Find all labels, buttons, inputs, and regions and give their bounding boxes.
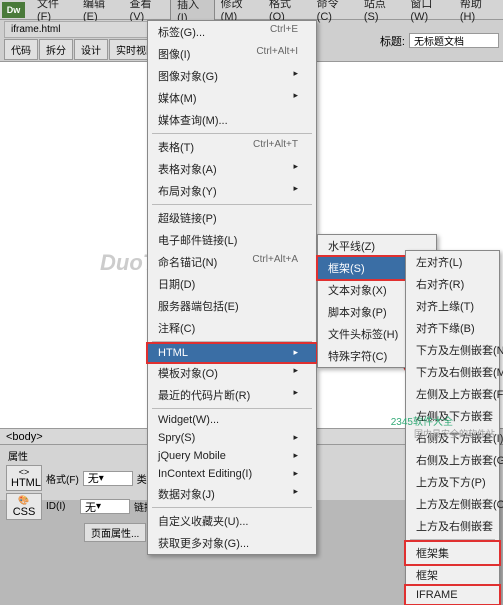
menuitem-IFRAME[interactable]: IFRAME bbox=[406, 586, 499, 604]
menuitem-O[interactable]: 上方及左侧嵌套(O) bbox=[406, 493, 499, 515]
credit-text: 国内最安全的软件站 bbox=[414, 427, 495, 440]
file-tab[interactable]: iframe.html bbox=[4, 21, 163, 38]
menuitem-M[interactable]: 媒体查询(M)... bbox=[148, 109, 316, 131]
menuitem-L[interactable]: 左对齐(L) bbox=[406, 251, 499, 273]
menuitem-T[interactable]: 对齐上缘(T) bbox=[406, 295, 499, 317]
menuitem-R[interactable]: 最近的代码片断(R)▸ bbox=[148, 384, 316, 406]
menuitem-P[interactable]: 上方及下方(P) bbox=[406, 471, 499, 493]
credit-logo: 2345软件大全 bbox=[391, 413, 453, 428]
menuitem-U[interactable]: 自定义收藏夹(U)... bbox=[148, 510, 316, 532]
menuitem-InContextEditingI[interactable]: InContext Editing(I)▸ bbox=[148, 465, 316, 483]
menu-7[interactable]: 站点(S) bbox=[358, 0, 405, 27]
menu-8[interactable]: 窗口(W) bbox=[404, 0, 453, 27]
menuitem-G[interactable]: 获取更多对象(G)... bbox=[148, 532, 316, 554]
menuitem-O[interactable]: 模板对象(O)▸ bbox=[148, 362, 316, 384]
menuitem-P[interactable]: 超级链接(P) bbox=[148, 207, 316, 229]
menuitem-G[interactable]: 右侧及上方嵌套(G) bbox=[406, 449, 499, 471]
menuitem-J[interactable]: 数据对象(J)▸ bbox=[148, 483, 316, 505]
mode-设计[interactable]: 设计 bbox=[74, 39, 108, 60]
menuitem-N[interactable]: 命名锚记(N)Ctrl+Alt+A bbox=[148, 251, 316, 273]
menuitem-WidgetW[interactable]: Widget(W)... bbox=[148, 411, 316, 429]
menuitem-I[interactable]: 图像(I)Ctrl+Alt+I bbox=[148, 43, 316, 65]
menuitem-Y[interactable]: 布局对象(Y)▸ bbox=[148, 180, 316, 202]
menuitem-[interactable]: 框架集 bbox=[406, 542, 499, 564]
menuitem-C[interactable]: 注释(C) bbox=[148, 317, 316, 339]
menuitem-HTML[interactable]: HTML▸ bbox=[148, 344, 316, 362]
mode-拆分[interactable]: 拆分 bbox=[39, 39, 73, 60]
menuitem-T[interactable]: 表格(T)Ctrl+Alt+T bbox=[148, 136, 316, 158]
app-logo: Dw bbox=[2, 2, 25, 18]
menuitem-M[interactable]: 媒体(M)▸ bbox=[148, 87, 316, 109]
menubar: Dw 文件(F)编辑(E)查看(V)插入(I)修改(M)格式(O)命令(C)站点… bbox=[0, 0, 503, 20]
title-label: 标题: bbox=[380, 33, 405, 49]
menuitem-L[interactable]: 电子邮件链接(L) bbox=[148, 229, 316, 251]
id-select[interactable]: 无 ▾ bbox=[80, 499, 130, 514]
page-properties-button[interactable]: 页面属性... bbox=[84, 523, 146, 542]
menuitem-F[interactable]: 左侧及上方嵌套(F) bbox=[406, 383, 499, 405]
menuitem-E[interactable]: 服务器端包括(E) bbox=[148, 295, 316, 317]
menuitem-M[interactable]: 下方及右侧嵌套(M) bbox=[406, 361, 499, 383]
menuitem-jQueryMobile[interactable]: jQuery Mobile▸ bbox=[148, 447, 316, 465]
menuitem-B[interactable]: 对齐下缘(B) bbox=[406, 317, 499, 339]
menuitem-SpryS[interactable]: Spry(S)▸ bbox=[148, 429, 316, 447]
insert-menu: 标签(G)...Ctrl+E图像(I)Ctrl+Alt+I图像对象(G)▸媒体(… bbox=[147, 20, 317, 555]
menu-6[interactable]: 命令(C) bbox=[311, 0, 358, 27]
menuitem-A[interactable]: 表格对象(A)▸ bbox=[148, 158, 316, 180]
format-label: 格式(F) bbox=[46, 471, 79, 486]
menuitem-[interactable]: 上方及右侧嵌套 bbox=[406, 515, 499, 537]
menuitem-G[interactable]: 标签(G)...Ctrl+E bbox=[148, 21, 316, 43]
menuitem-D[interactable]: 日期(D) bbox=[148, 273, 316, 295]
format-select[interactable]: 无 ▾ bbox=[83, 471, 133, 486]
html-mode-button[interactable]: <> HTML bbox=[6, 465, 42, 491]
menuitem-G[interactable]: 图像对象(G)▸ bbox=[148, 65, 316, 87]
tag-selector[interactable]: <body> bbox=[6, 431, 43, 443]
id-label: ID(I) bbox=[46, 501, 76, 512]
mode-代码[interactable]: 代码 bbox=[4, 39, 38, 60]
menuitem-[interactable]: 框架 bbox=[406, 564, 499, 586]
css-mode-button[interactable]: 🎨 CSS bbox=[6, 493, 42, 520]
menuitem-R[interactable]: 右对齐(R) bbox=[406, 273, 499, 295]
title-input[interactable] bbox=[409, 33, 499, 48]
menu-9[interactable]: 帮助(H) bbox=[454, 0, 501, 27]
menuitem-N[interactable]: 下方及左侧嵌套(N) bbox=[406, 339, 499, 361]
